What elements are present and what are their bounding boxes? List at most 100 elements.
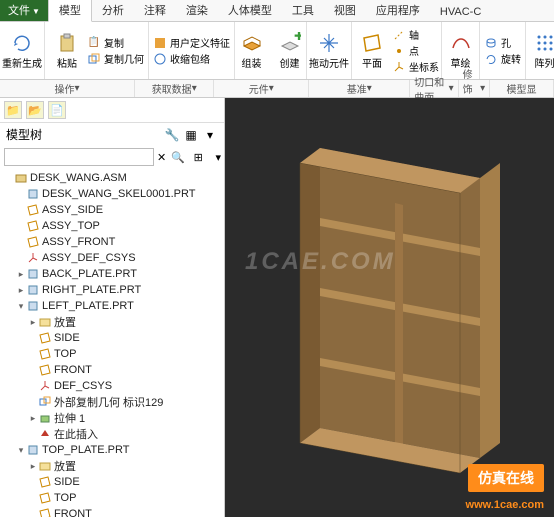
ins-icon [38, 427, 52, 441]
rotate-icon [484, 52, 498, 66]
point-button[interactable]: 点 [392, 43, 439, 58]
csys-label: 坐标系 [409, 59, 439, 74]
group-cut-surface: 切口和曲面 ▾ [410, 80, 458, 97]
tree-twisty[interactable]: ▾ [16, 301, 26, 312]
sketch-button[interactable]: 草绘 [443, 31, 479, 70]
tree-node[interactable]: FRONT [0, 506, 224, 517]
expand-all-icon[interactable]: ⊞ [189, 148, 207, 166]
sketch-icon [449, 31, 473, 55]
user-feature-button[interactable]: 用户定义特征 [153, 35, 230, 50]
ribbon-group-labels: 操作 ▾ 获取数据 ▾ 元件 ▾ 基准 ▾ 切口和曲面 ▾ 修饰符 ▾ 模型显 [0, 80, 554, 98]
fld-icon [38, 459, 52, 473]
tree-node[interactable]: DEF_CSYS [0, 378, 224, 394]
tree-node[interactable]: ASSY_FRONT [0, 234, 224, 250]
drag-icon [317, 31, 341, 55]
tree-node[interactable]: ▸ 拉伸 1 [0, 410, 224, 426]
create-button[interactable]: ✚ 创建 [272, 31, 308, 70]
tree-node[interactable]: ▸RIGHT_PLATE.PRT [0, 282, 224, 298]
tree-twisty[interactable]: ▸ [28, 413, 38, 424]
tab-hvac[interactable]: HVAC-C [430, 3, 491, 21]
model-tree[interactable]: DESK_WANG.ASMDESK_WANG_SKEL0001.PRTASSY_… [0, 168, 224, 517]
tree-node[interactable]: ASSY_SIDE [0, 202, 224, 218]
tab-analysis[interactable]: 分析 [92, 0, 134, 21]
tree-node[interactable]: ASSY_TOP [0, 218, 224, 234]
clear-search-icon[interactable]: ✕ [157, 151, 166, 164]
drag-component-button[interactable]: 拖动元件 [311, 31, 347, 70]
rotate-label: 旋转 [501, 51, 521, 66]
tree-twisty[interactable]: ▸ [16, 285, 26, 296]
axis-button[interactable]: 轴 [392, 27, 439, 42]
tree-node[interactable]: SIDE [0, 330, 224, 346]
tree-node[interactable]: ASSY_DEF_CSYS [0, 250, 224, 266]
regenerate-button[interactable]: 重新生成 [4, 31, 40, 70]
group-operate: 操作 ▾ [0, 80, 135, 97]
tree-node[interactable]: ▾LEFT_PLATE.PRT [0, 298, 224, 314]
tree-node[interactable]: FRONT [0, 362, 224, 378]
tree-twisty[interactable]: ▸ [28, 317, 38, 328]
tree-display-icon[interactable]: ▦ [183, 127, 199, 143]
watermark-center: 1CAE.COM [245, 248, 396, 276]
panel-tab-3[interactable]: 📄 [48, 101, 66, 119]
copyg-icon [38, 395, 52, 409]
plane-button[interactable]: 平面 [354, 31, 390, 70]
pattern-button[interactable]: 阵列 [527, 31, 554, 70]
tree-dropdown-icon[interactable]: ▾ [202, 127, 218, 143]
csys-button[interactable]: 坐标系 [392, 59, 439, 74]
user-feature-icon [153, 36, 167, 50]
assemble-button[interactable]: 组装 [234, 31, 270, 70]
tab-manikin[interactable]: 人体模型 [218, 0, 282, 21]
regenerate-label: 重新生成 [2, 55, 42, 70]
tree-node[interactable]: ▸放置 [0, 458, 224, 474]
fld-icon [38, 315, 52, 329]
dtm-icon [26, 203, 40, 217]
hole-button[interactable]: 孔 [484, 35, 521, 50]
tree-twisty[interactable]: ▸ [28, 461, 38, 472]
tree-search-input[interactable] [4, 148, 154, 166]
dtm-icon [38, 347, 52, 361]
tab-render[interactable]: 渲染 [176, 0, 218, 21]
paste-button[interactable]: 粘贴 [49, 31, 85, 70]
plane-label: 平面 [362, 55, 382, 70]
tree-node[interactable]: TOP [0, 490, 224, 506]
tree-node[interactable]: 在此插入 [0, 426, 224, 442]
prt-icon [26, 283, 40, 297]
tree-node[interactable]: TOP [0, 346, 224, 362]
tree-node[interactable]: DESK_WANG.ASM [0, 170, 224, 186]
binoculars-icon[interactable]: 🔍 [169, 148, 187, 166]
chevron-down-icon: ▼ [32, 7, 40, 16]
3d-viewport[interactable]: 1CAE.COM 仿真在线 www.1cae.com [225, 98, 554, 517]
paste-label: 粘贴 [57, 55, 77, 70]
tree-node[interactable]: SIDE [0, 474, 224, 490]
dtm-icon [38, 475, 52, 489]
panel-tab-2[interactable]: 📂 [26, 101, 44, 119]
group-component: 元件 ▾ [214, 80, 309, 97]
tab-annotate[interactable]: 注释 [134, 0, 176, 21]
copy-button[interactable]: 📋复制 [87, 35, 144, 50]
tree-node-label: 拉伸 1 [54, 410, 85, 426]
tab-file[interactable]: 文件▼ [0, 0, 48, 21]
asm-icon [14, 171, 28, 185]
copy-geometry-button[interactable]: 复制几何 [87, 51, 144, 66]
tab-view[interactable]: 视图 [324, 0, 366, 21]
panel-tab-1[interactable]: 📁 [4, 101, 22, 119]
shrinkwrap-button[interactable]: 收缩包络 [153, 51, 230, 66]
tree-node[interactable]: DESK_WANG_SKEL0001.PRT [0, 186, 224, 202]
tree-node-label: TOP_PLATE.PRT [42, 444, 129, 456]
rotate-button[interactable]: 旋转 [484, 51, 521, 66]
tree-settings-icon[interactable]: 🔧 [164, 127, 180, 143]
panel-title-bar: 模型树 🔧 ▦ ▾ [0, 123, 224, 146]
tree-node[interactable]: ▸ 放置 [0, 314, 224, 330]
tree-node-label: 放置 [54, 314, 76, 330]
dtm-icon [38, 363, 52, 377]
tab-apps[interactable]: 应用程序 [366, 0, 430, 21]
tab-tools[interactable]: 工具 [282, 0, 324, 21]
tree-node[interactable]: ▾ TOP_PLATE.PRT [0, 442, 224, 458]
tree-node[interactable]: 外部复制几何 标识129 [0, 394, 224, 410]
ext-icon [38, 411, 52, 425]
csys-icon [26, 251, 40, 265]
paste-icon [55, 31, 79, 55]
tree-twisty[interactable]: ▾ [16, 445, 26, 456]
tree-node[interactable]: ▸BACK_PLATE.PRT [0, 266, 224, 282]
tab-model[interactable]: 模型 [48, 0, 92, 22]
tree-twisty[interactable]: ▸ [16, 269, 26, 280]
